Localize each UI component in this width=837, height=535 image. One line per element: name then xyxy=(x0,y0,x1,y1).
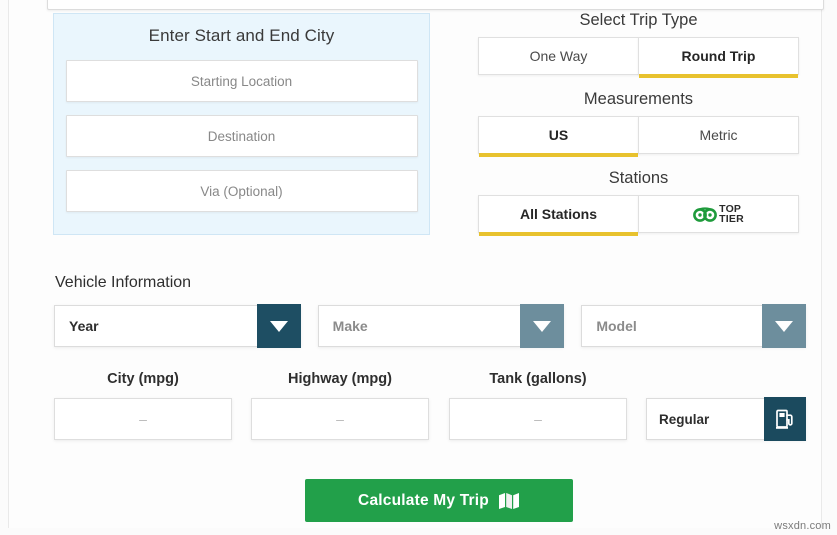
toptier-logo-icon xyxy=(693,207,717,222)
measurements-us-label: US xyxy=(549,127,568,143)
vehicle-model-select[interactable]: Model xyxy=(581,305,806,347)
vehicle-make-dropdown-button[interactable] xyxy=(520,304,564,348)
starting-location-input[interactable] xyxy=(66,60,418,102)
vehicle-year-label: Year xyxy=(55,318,99,334)
stations-all-label: All Stations xyxy=(520,206,597,222)
toptier-tier-text: TIER xyxy=(719,214,744,224)
highway-mpg-header: Highway (mpg) xyxy=(251,371,429,387)
measurements-title: Measurements xyxy=(478,89,799,109)
city-entry-panel: Enter Start and End City xyxy=(53,13,430,235)
stations-toggle-group: All Stations TOP TIER xyxy=(478,195,799,233)
measurements-us-button[interactable]: US xyxy=(478,116,639,154)
fuel-type-button[interactable] xyxy=(764,397,806,441)
trip-type-toggle-group: One Way Round Trip xyxy=(478,37,799,75)
city-mpg-header: City (mpg) xyxy=(54,371,232,387)
via-input[interactable] xyxy=(66,170,418,212)
measurements-metric-label: Metric xyxy=(699,127,737,143)
city-panel-title: Enter Start and End City xyxy=(54,26,429,46)
tank-gallons-value: – xyxy=(534,411,542,427)
vehicle-make-select[interactable]: Make xyxy=(318,305,565,347)
chevron-down-icon xyxy=(775,321,793,332)
fuel-type-label: Regular xyxy=(647,412,709,427)
vehicle-information-heading: Vehicle Information xyxy=(55,274,191,292)
options-column: Select Trip Type One Way Round Trip Meas… xyxy=(478,10,799,233)
page-root: Enter Start and End City Select Trip Typ… xyxy=(0,0,837,535)
destination-input[interactable] xyxy=(66,115,418,157)
vehicle-make-label: Make xyxy=(319,318,368,334)
highway-mpg-value: – xyxy=(336,411,344,427)
vehicle-year-dropdown-button[interactable] xyxy=(257,304,301,348)
vehicle-select-row: Year Make Model xyxy=(54,305,806,347)
trip-type-one-way-label: One Way xyxy=(530,48,588,64)
stations-all-button[interactable]: All Stations xyxy=(478,195,639,233)
city-mpg-value: – xyxy=(139,411,147,427)
clipped-top-input[interactable] xyxy=(47,0,824,10)
trip-type-title: Select Trip Type xyxy=(478,10,799,30)
calculate-my-trip-button[interactable]: Calculate My Trip xyxy=(305,479,573,522)
vehicle-model-label: Model xyxy=(582,318,636,334)
fuel-type-select[interactable]: Regular xyxy=(646,398,806,440)
toptier-wordmark: TOP TIER xyxy=(719,204,744,224)
map-icon xyxy=(498,492,520,510)
tank-gallons-field[interactable]: – xyxy=(449,398,627,440)
watermark-text: wsxdn.com xyxy=(774,520,831,532)
city-mpg-field[interactable]: – xyxy=(54,398,232,440)
toptier-logo: TOP TIER xyxy=(693,204,744,224)
chevron-down-icon xyxy=(270,321,288,332)
vehicle-year-select[interactable]: Year xyxy=(54,305,301,347)
trip-type-round-trip-label: Round Trip xyxy=(682,48,756,64)
calculate-my-trip-label: Calculate My Trip xyxy=(358,492,489,510)
gas-pump-icon xyxy=(775,408,795,430)
chevron-down-icon xyxy=(533,321,551,332)
trip-type-one-way-button[interactable]: One Way xyxy=(478,37,639,75)
trip-type-round-trip-button[interactable]: Round Trip xyxy=(638,37,799,75)
vehicle-model-dropdown-button[interactable] xyxy=(762,304,806,348)
stations-title: Stations xyxy=(478,168,799,188)
measurements-metric-button[interactable]: Metric xyxy=(638,116,799,154)
tank-gallons-header: Tank (gallons) xyxy=(449,371,627,387)
highway-mpg-field[interactable]: – xyxy=(251,398,429,440)
stations-top-tier-button[interactable]: TOP TIER xyxy=(638,195,799,233)
measurements-toggle-group: US Metric xyxy=(478,116,799,154)
